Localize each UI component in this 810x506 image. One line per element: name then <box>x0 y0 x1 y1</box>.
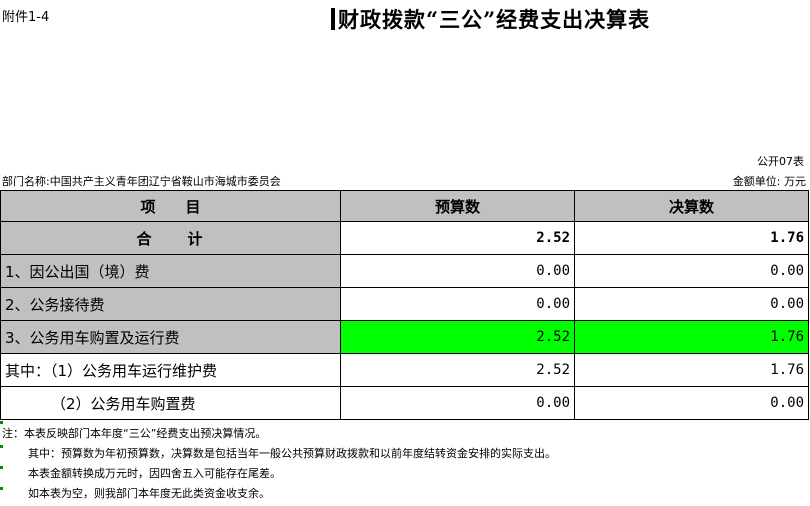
total-budget: 2.52 <box>340 221 575 255</box>
title-marker <box>331 8 335 30</box>
row-label: 其中：（1）公务用车运行维护费 <box>0 353 342 387</box>
row-budget: 0.00 <box>340 254 575 288</box>
row-budget: 0.00 <box>340 287 575 321</box>
department-name: 部门名称:中国共产主义青年团辽宁省鞍山市海城市委员会 <box>2 175 281 188</box>
note-line: 如本表为空，则我部门本年度无此类资金收支余。 <box>28 487 270 500</box>
attachment-label: 附件1-4 <box>2 10 50 25</box>
table-row: （2）公务用车购置费 0.00 0.00 <box>0 386 809 420</box>
notes: 注：本表反映部门本年度“三公”经费支出预决算情况。 其中：预算数为年初预算数，决… <box>2 424 556 504</box>
row-label: 2、公务接待费 <box>0 287 342 321</box>
total-final: 1.76 <box>574 221 809 255</box>
row-label: 3、公务用车购置及运行费 <box>0 320 342 354</box>
row-budget: 2.52 <box>340 353 575 387</box>
header-final: 决算数 <box>574 190 809 222</box>
row-budget: 0.00 <box>340 386 575 420</box>
form-number: 公开07表 <box>757 155 804 168</box>
table-row: 3、公务用车购置及运行费 2.52 1.76 <box>0 320 809 354</box>
expense-table: 项 目 预算数 决算数 合 计 2.52 1.76 1、因公出国（境）费 0.0… <box>0 190 809 420</box>
header-item: 项 目 <box>0 190 342 222</box>
total-row: 合 计 2.52 1.76 <box>0 221 809 255</box>
row-final: 0.00 <box>574 386 809 420</box>
table-header-row: 项 目 预算数 决算数 <box>0 190 809 222</box>
note-line: 注：本表反映部门本年度“三公”经费支出预决算情况。 <box>2 427 267 440</box>
header-budget: 预算数 <box>340 190 575 222</box>
table-row: 1、因公出国（境）费 0.00 0.00 <box>0 254 809 288</box>
row-label: （2）公务用车购置费 <box>0 386 342 420</box>
table-row: 其中：（1）公务用车运行维护费 2.52 1.76 <box>0 353 809 387</box>
row-final: 0.00 <box>574 254 809 288</box>
note-line: 本表金额转换成万元时，因四舍五入可能存在尾差。 <box>28 467 281 480</box>
row-budget: 2.52 <box>340 320 575 354</box>
table-row: 2、公务接待费 0.00 0.00 <box>0 287 809 321</box>
row-final: 0.00 <box>574 287 809 321</box>
note-line: 其中：预算数为年初预算数，决算数是包括当年一般公共预算财政拨款和以前年度结转资金… <box>28 447 556 460</box>
row-label: 1、因公出国（境）费 <box>0 254 342 288</box>
page-title: 财政拨款“三公”经费支出决算表 <box>338 7 651 32</box>
row-final: 1.76 <box>574 320 809 354</box>
row-final: 1.76 <box>574 353 809 387</box>
total-label: 合 计 <box>0 221 342 255</box>
amount-unit: 金额单位: 万元 <box>732 175 806 188</box>
